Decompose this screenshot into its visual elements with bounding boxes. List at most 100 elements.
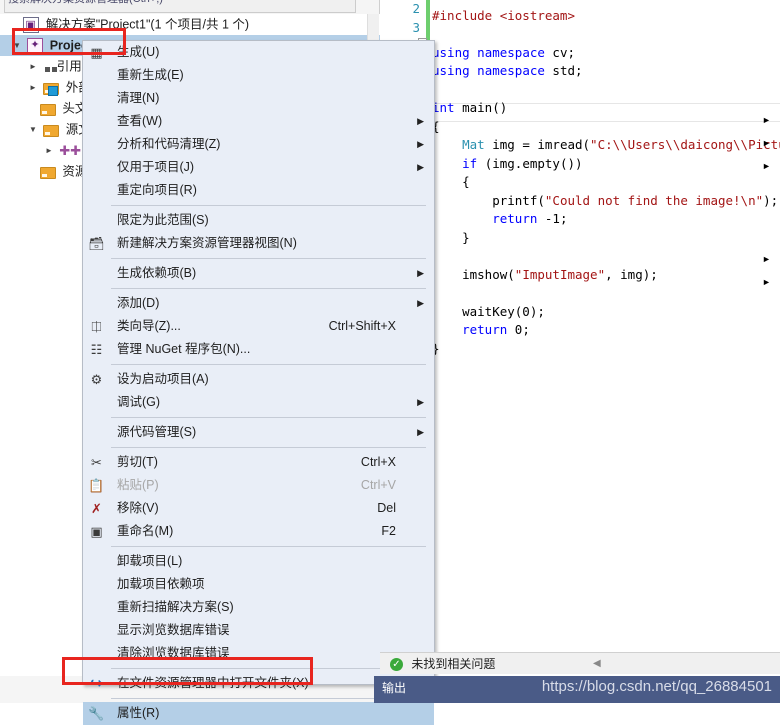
remove-icon: ✗: [91, 501, 102, 516]
menu-item-16[interactable]: ✂ 剪切(T) Ctrl+X: [83, 451, 434, 474]
line-number: 3: [412, 19, 420, 35]
paste-icon: 📋: [88, 478, 105, 493]
menu-item-14[interactable]: 调试(G) ▶: [83, 391, 434, 414]
menu-item-18[interactable]: ✗ 移除(V) Del: [83, 497, 434, 520]
code-line-include: #include <iostream>: [432, 7, 575, 23]
menu-item-13[interactable]: ⚙ 设为启动项目(A): [83, 368, 434, 391]
menu-item-label: 分析和代码清理(Z): [117, 137, 221, 151]
menu-item-label: 生成(U): [117, 45, 160, 59]
menu-item-shortcut: F2: [381, 524, 396, 538]
line-number: 2: [412, 1, 420, 16]
no-issues-icon: ✓: [390, 658, 403, 672]
menu-item-label: 设为启动项目(A): [117, 372, 209, 386]
chevron-right-icon: ▶: [417, 268, 424, 278]
menu-item-label: 在文件资源管理器中打开文件夹(X): [117, 676, 309, 690]
menu-item-10[interactable]: 添加(D) ▶: [83, 292, 434, 315]
tree-expander-solution[interactable]: [6, 14, 20, 35]
chevron-right-icon: ▶: [417, 298, 424, 308]
menu-item-9[interactable]: 生成依赖项(B) ▶: [83, 262, 434, 285]
code-line-blank-1: [432, 26, 440, 41]
outline-arrow-icon[interactable]: ►: [762, 139, 772, 149]
code-line-brace-2: {: [432, 174, 470, 189]
menu-separator: [111, 258, 426, 259]
menu-item-label: 查看(W): [117, 114, 163, 128]
menu-item-26[interactable]: 🔧 属性(R): [83, 702, 434, 725]
code-editor-panel[interactable]: 2 3 4 − #include <iostream> using namesp…: [380, 0, 780, 660]
folder-external-icon: [43, 82, 60, 96]
menu-item-4[interactable]: 分析和代码清理(Z) ▶: [83, 133, 434, 156]
chevron-right-icon: ▶: [417, 139, 424, 149]
outline-arrow-icon[interactable]: ►: [762, 116, 772, 126]
menu-item-label: 属性(R): [117, 706, 160, 720]
solution-explorer-search-toolbar[interactable]: 搜索解决方案资源管理器(Ctrl+;): [4, 0, 356, 13]
cpp-file-icon: ✚✚: [59, 142, 82, 158]
menu-separator: [111, 417, 426, 418]
folder-icon: [40, 166, 56, 179]
menu-item-label: 重新生成(E): [117, 68, 184, 82]
menu-item-label: 重新扫描解决方案(S): [117, 600, 234, 614]
menu-item-0[interactable]: ▦ 生成(U): [83, 41, 434, 64]
menu-item-label: 移除(V): [117, 501, 159, 515]
menu-separator: [111, 668, 426, 669]
menu-item-8[interactable]: 🗃 新建解决方案资源管理器视图(N): [83, 232, 434, 255]
chevron-right-icon: ▶: [417, 162, 424, 172]
tree-expander-sources[interactable]: ▼: [26, 119, 40, 140]
nuget-icon: ☷: [90, 342, 103, 357]
outline-arrow-icon[interactable]: ►: [762, 255, 772, 265]
code-text-area[interactable]: #include <iostream> using namespace cv; …: [432, 0, 780, 660]
menu-item-12[interactable]: ☷ 管理 NuGet 程序包(N)...: [83, 338, 434, 361]
menu-item-label: 添加(D): [117, 296, 160, 310]
menu-item-shortcut: Ctrl+V: [360, 478, 396, 492]
references-icon: [45, 66, 51, 72]
menu-item-21[interactable]: 加载项目依赖项: [83, 573, 434, 596]
menu-item-11[interactable]: ⎅ 类向导(Z)... Ctrl+Shift+X: [83, 315, 434, 338]
outline-arrow-icon[interactable]: ►: [762, 278, 772, 288]
tree-expander-project[interactable]: ▼: [10, 35, 24, 56]
wrench-icon: 🔧: [88, 706, 105, 721]
code-line-return-0: return 0;: [462, 322, 530, 337]
menu-item-20[interactable]: 卸载项目(L): [83, 550, 434, 573]
project-icon: [27, 35, 44, 56]
tree-expander-source-cpp[interactable]: ►: [42, 140, 56, 161]
code-line-using-std: using namespace std;: [432, 63, 583, 78]
menu-item-label: 清理(N): [117, 91, 160, 105]
code-line-imshow: imshow("ImputImage", img);: [432, 266, 658, 282]
code-line-using-cv: using namespace cv;: [432, 44, 576, 60]
chevron-right-icon: ▶: [417, 116, 424, 126]
chevron-right-icon: ▶: [417, 397, 424, 407]
tree-expander-external-deps[interactable]: ►: [26, 77, 40, 98]
menu-item-label: 加载项目依赖项: [117, 577, 205, 591]
watermark-url: https://blog.csdn.net/qq_26884501: [541, 678, 772, 695]
project-context-menu[interactable]: ▦ 生成(U) 重新生成(E) 清理(N) 查看(W) ▶ 分析和代码清理(Z) ▶ 仅用于项目…: [82, 40, 435, 725]
menu-item-7[interactable]: 限定为此范围(S): [83, 209, 434, 232]
menu-item-19[interactable]: ▣ 重命名(M) F2: [83, 520, 434, 543]
menu-item-1[interactable]: 重新生成(E): [83, 64, 434, 87]
menu-item-label: 仅用于项目(J): [117, 160, 195, 174]
tree-expander-references[interactable]: ►: [26, 56, 40, 77]
class-wizard-icon: ⎅: [91, 319, 102, 334]
collapse-left-icon[interactable]: ◀: [593, 653, 601, 675]
code-line-close-brace-2: }: [432, 229, 470, 245]
menu-item-17[interactable]: 📋 粘贴(P) Ctrl+V: [83, 474, 434, 497]
menu-item-shortcut: Ctrl+X: [360, 455, 396, 469]
menu-item-6[interactable]: 重定向项目(R): [83, 179, 434, 202]
outline-arrow-icon[interactable]: ►: [762, 162, 772, 172]
menu-item-5[interactable]: 仅用于项目(J) ▶: [83, 156, 434, 179]
folder-icon: [40, 103, 56, 116]
tree-item-solution-label: 解决方案"Project1"(1 个项目/共 1 个): [45, 17, 250, 32]
tree-item-solution[interactable]: 解决方案"Project1"(1 个项目/共 1 个): [0, 14, 380, 36]
menu-item-2[interactable]: 清理(N): [83, 87, 434, 110]
menu-item-15[interactable]: 源代码管理(S) ▶: [83, 421, 434, 444]
menu-item-label: 源代码管理(S): [117, 425, 197, 439]
menu-item-label: 管理 NuGet 程序包(N)...: [117, 342, 251, 356]
menu-item-list: ▦ 生成(U) 重新生成(E) 清理(N) 查看(W) ▶ 分析和代码清理(Z) ▶ 仅用于项目…: [83, 41, 434, 725]
menu-item-3[interactable]: 查看(W) ▶: [83, 110, 434, 133]
menu-item-label: 调试(G): [117, 395, 161, 409]
code-line-waitkey: waitKey(0);: [432, 303, 545, 319]
menu-item-23[interactable]: 显示浏览数据库错误: [83, 619, 434, 642]
menu-separator: [111, 364, 426, 365]
cut-icon: ✂: [91, 455, 102, 470]
menu-item-shortcut: Del: [377, 501, 396, 515]
menu-item-label: 显示浏览数据库错误: [117, 623, 230, 637]
menu-item-22[interactable]: 重新扫描解决方案(S): [83, 596, 434, 619]
